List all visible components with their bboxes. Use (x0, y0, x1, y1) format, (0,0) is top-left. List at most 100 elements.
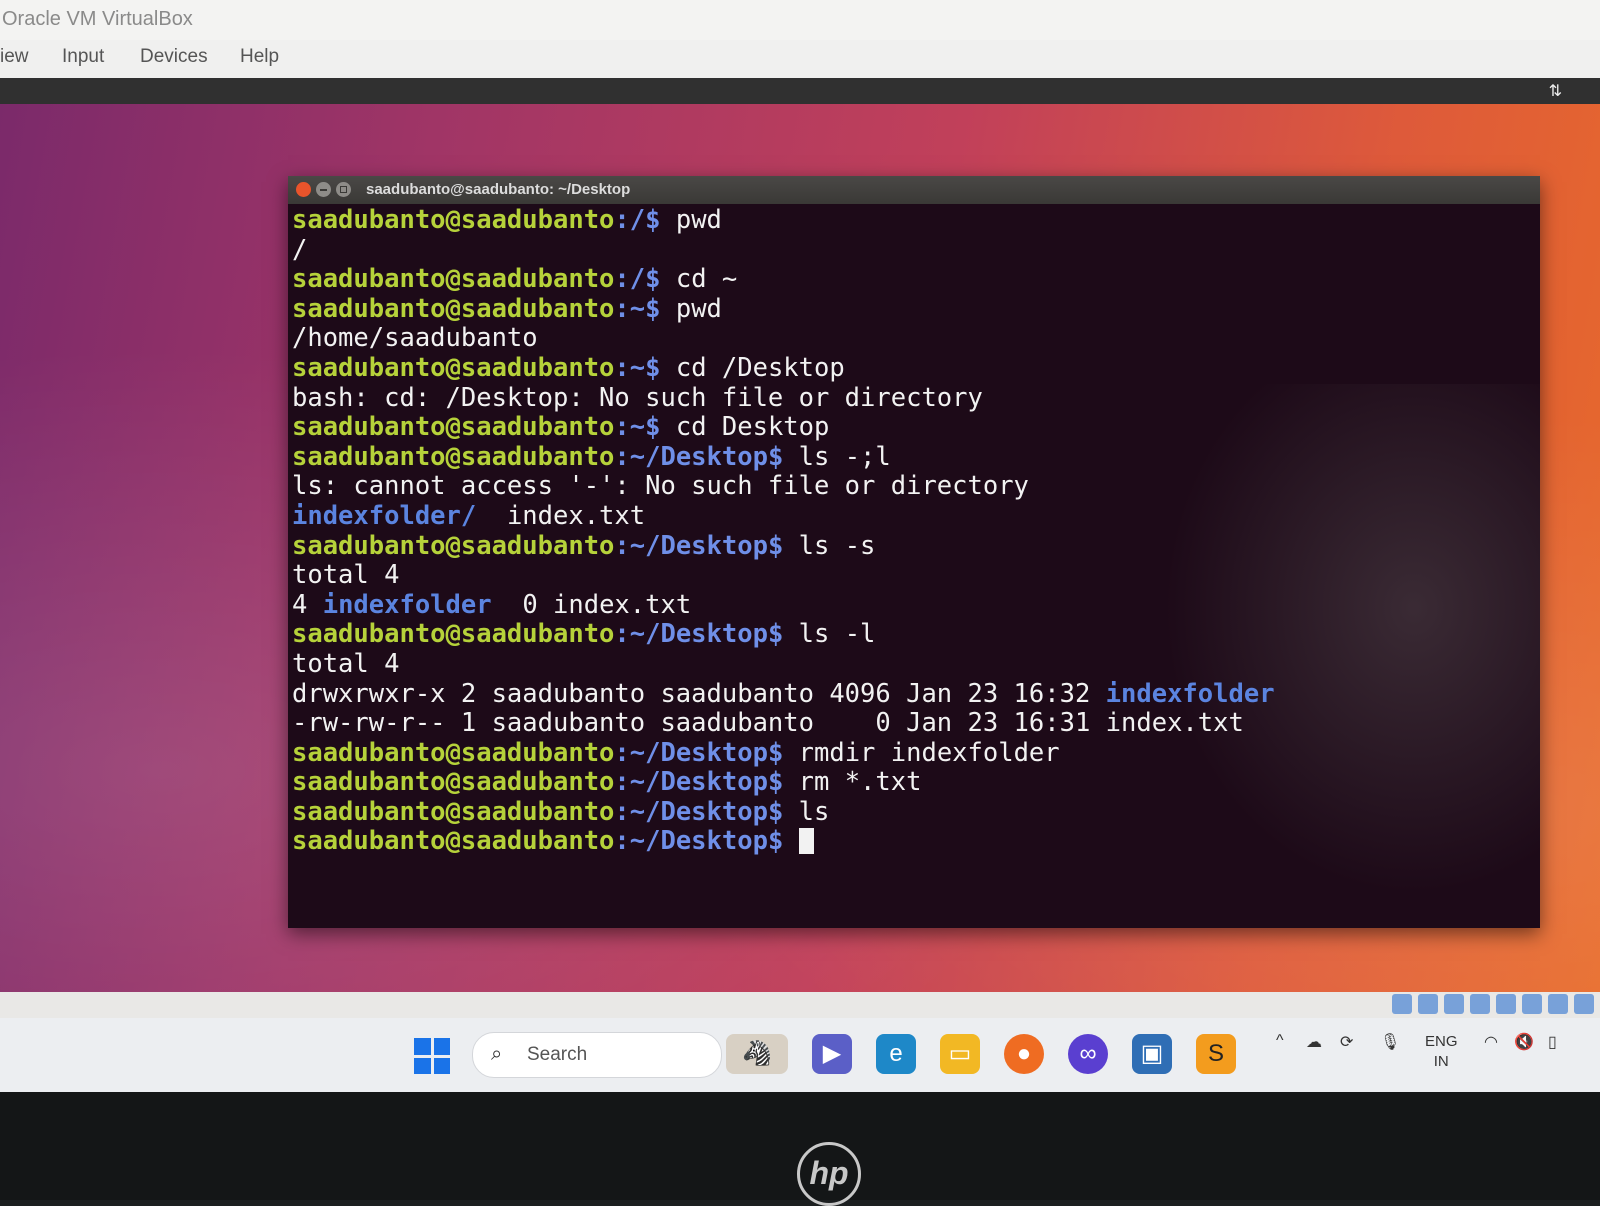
terminal-output-line: bash: cd: /Desktop: No such file or dire… (292, 383, 1536, 414)
language-indicator[interactable]: ENG IN (1425, 1032, 1458, 1072)
terminal-output-line: 4 indexfolder 0 index.txt (292, 589, 1536, 621)
zebra-widget-icon[interactable]: 🦓 (726, 1034, 788, 1074)
output-text: -rw-rw-r-- 1 saadubanto saadubanto 0 Jan… (292, 708, 1244, 739)
menu-devices[interactable]: Devices (140, 46, 208, 68)
directory-name: indexfolder (322, 589, 492, 620)
output-text: total 4 (292, 648, 400, 679)
minimize-icon[interactable] (316, 182, 331, 197)
file-explorer-icon[interactable]: ▭ (940, 1034, 980, 1074)
firefox-icon[interactable]: ● (1004, 1034, 1044, 1074)
terminal-prompt-line: saadubanto@saadubanto:~/Desktop$ (292, 827, 1536, 857)
terminal-titlebar[interactable]: saadubanto@saadubanto: ~/Desktop (288, 176, 1540, 204)
command-text: cd ~ (660, 264, 738, 295)
output-text: ls: cannot access '-': No such file or d… (292, 471, 1029, 502)
terminal-output-line: /home/saadubanto (292, 324, 1536, 354)
command-text: cd Desktop (660, 412, 830, 443)
display-icon[interactable] (1548, 994, 1568, 1014)
prompt-user: saadubanto@saadubanto (292, 767, 615, 798)
output-text: 4 (292, 589, 323, 620)
terminal-window[interactable]: saadubanto@saadubanto: ~/Desktop saaduba… (288, 176, 1540, 928)
prompt-user: saadubanto@saadubanto (292, 412, 615, 443)
prompt-path: :~/Desktop (614, 737, 768, 768)
prompt-path: :~ (614, 352, 646, 383)
sublime-icon[interactable]: S (1196, 1034, 1236, 1074)
copilot-icon[interactable]: ∞ (1068, 1034, 1108, 1074)
chevron-up-icon[interactable]: ^ (1276, 1032, 1284, 1050)
terminal-output-line: -rw-rw-r-- 1 saadubanto saadubanto 0 Jan… (292, 708, 1536, 739)
sync-icon[interactable]: ⟳ (1340, 1032, 1353, 1052)
terminal-prompt-line: saadubanto@saadubanto:~/Desktop$ rmdir i… (292, 737, 1536, 769)
output-text: drwxrwxr-x 2 saadubanto saadubanto 4096 … (292, 678, 1106, 709)
volume-muted-icon[interactable]: 🔇 (1514, 1032, 1534, 1052)
vbox-title-text: Oracle VM VirtualBox (2, 8, 193, 30)
vbox-window-title: Oracle VM VirtualBox (0, 0, 1600, 40)
prompt-symbol: $ (645, 293, 661, 324)
command-text: pwd (660, 293, 722, 324)
microphone-icon[interactable]: 🎙 (1380, 1032, 1400, 1052)
cloud-icon[interactable]: ☁ (1306, 1032, 1322, 1052)
terminal-prompt-line: saadubanto@saadubanto:~/Desktop$ ls (292, 796, 1536, 828)
directory-name: indexfolder/ (292, 500, 477, 531)
prompt-path: :~/Desktop (614, 441, 768, 472)
taskbar-search[interactable]: ⌕ Search (472, 1032, 722, 1078)
vbox-menubar: iew Input Devices Help (0, 40, 1600, 78)
audio-icon[interactable] (1444, 994, 1464, 1014)
virtualbox-icon[interactable]: ▣ (1132, 1034, 1172, 1074)
shared-folder-icon[interactable] (1522, 994, 1542, 1014)
hp-logo: hp (797, 1142, 861, 1206)
command-text: pwd (660, 205, 722, 235)
prompt-path: :/ (614, 205, 646, 235)
ubuntu-top-bar: ⇅ (0, 78, 1600, 104)
prompt-user: saadubanto@saadubanto (292, 619, 615, 650)
maximize-icon[interactable] (336, 182, 351, 197)
command-text: rm *.txt (783, 767, 922, 798)
storage-icon[interactable] (1392, 994, 1412, 1014)
close-icon[interactable] (296, 182, 311, 197)
prompt-user: saadubanto@saadubanto (292, 205, 615, 235)
output-text: /home/saadubanto (292, 323, 538, 354)
output-text: 0 index.txt (491, 589, 692, 620)
terminal-output[interactable]: saadubanto@saadubanto:/$ pwd / saadubanto@… (288, 204, 1540, 928)
prompt-path: :~ (614, 412, 646, 443)
prompt-symbol: $ (645, 352, 661, 383)
terminal-prompt-line: saadubanto@saadubanto:~$ cd /Desktop (292, 352, 1536, 384)
menu-input[interactable]: Input (62, 46, 104, 68)
command-text: ls -s (783, 530, 876, 561)
edge-icon[interactable]: e (876, 1034, 916, 1074)
usb-icon[interactable] (1496, 994, 1516, 1014)
battery-icon[interactable]: ▯ (1548, 1032, 1557, 1052)
prompt-user: saadubanto@saadubanto (292, 737, 615, 768)
recording-icon[interactable] (1574, 994, 1594, 1014)
search-placeholder: Search (527, 1044, 588, 1065)
meet-icon[interactable]: ▶ (812, 1034, 852, 1074)
output-text: / (292, 234, 308, 265)
terminal-cursor (798, 828, 814, 855)
optical-drive-icon[interactable] (1418, 994, 1438, 1014)
wifi-icon[interactable]: ◠ (1484, 1032, 1498, 1052)
windows-start-icon[interactable] (414, 1038, 450, 1074)
command-text: rmdir indexfolder (783, 737, 1060, 768)
menu-help[interactable]: Help (240, 46, 279, 68)
prompt-user: saadubanto@saadubanto (292, 352, 615, 383)
prompt-user: saadubanto@saadubanto (292, 796, 615, 827)
terminal-output-line: / (292, 234, 1536, 266)
vbox-status-bar (0, 992, 1600, 1018)
output-text: index.txt (476, 500, 646, 531)
directory-name: indexfolder (1105, 678, 1275, 709)
prompt-path: :~/Desktop (614, 767, 768, 798)
terminal-output-line: drwxrwxr-x 2 saadubanto saadubanto 4096 … (292, 678, 1536, 710)
command-text: ls -;l (783, 441, 891, 472)
menu-view[interactable]: iew (0, 46, 29, 68)
prompt-symbol: $ (645, 412, 661, 443)
network-arrows-icon[interactable]: ⇅ (1549, 81, 1562, 100)
terminal-output-line: indexfolder/ index.txt (292, 500, 1536, 532)
terminal-output-line: total 4 (292, 560, 1536, 591)
terminal-output-line: total 4 (292, 648, 1536, 680)
prompt-user: saadubanto@saadubanto (292, 441, 615, 472)
prompt-path: :~/Desktop (614, 619, 768, 650)
terminal-prompt-line: saadubanto@saadubanto:/$ cd ~ (292, 264, 1536, 295)
network-icon[interactable] (1470, 994, 1490, 1014)
prompt-symbol: $ (645, 205, 661, 235)
terminal-prompt-line: saadubanto@saadubanto:~/Desktop$ rm *.tx… (292, 767, 1536, 798)
command-text: cd /Desktop (660, 352, 845, 383)
